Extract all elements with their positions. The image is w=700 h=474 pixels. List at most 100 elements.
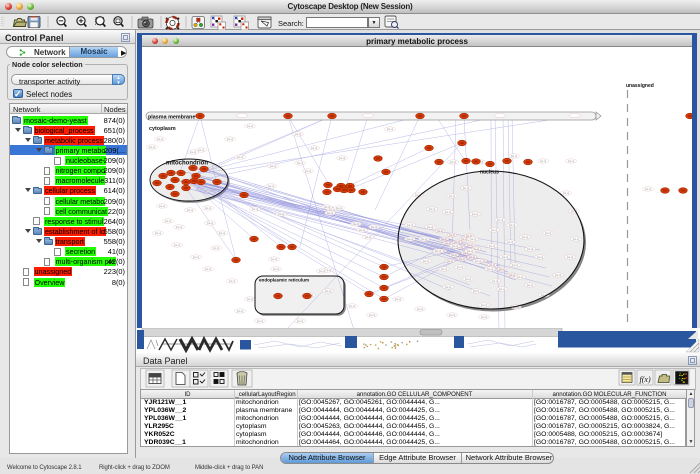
svg-text:[xx-x]: [xx-x]: [452, 244, 458, 248]
svg-text:[xx-x]: [xx-x]: [149, 145, 155, 149]
svg-text:[xx-x]: [xx-x]: [429, 207, 435, 211]
svg-text:cytoplasm: cytoplasm: [149, 126, 176, 132]
svg-text:[xx-x]: [xx-x]: [470, 237, 476, 241]
svg-text:[xx-x]: [xx-x]: [459, 258, 465, 261]
svg-text:[xx-x]: [xx-x]: [407, 223, 413, 227]
svg-text:[xx-x]: [xx-x]: [324, 205, 330, 209]
svg-text:[xx-x]: [xx-x]: [465, 277, 471, 281]
svg-text:[xx-x]: [xx-x]: [297, 161, 303, 165]
svg-text:[xx-x]: [xx-x]: [467, 244, 473, 247]
svg-text:[xx-x]: [xx-x]: [473, 289, 479, 293]
svg-text:[xx-x]: [xx-x]: [573, 237, 579, 241]
svg-text:[xx-x]: [xx-x]: [447, 260, 453, 263]
svg-text:[xx-x]: [xx-x]: [190, 150, 196, 154]
svg-text:[xx-x]: [xx-x]: [273, 267, 279, 271]
svg-text:[xx-x]: [xx-x]: [339, 156, 345, 160]
svg-text:[xx-x]: [xx-x]: [229, 279, 235, 283]
svg-text:f(x): f(x): [640, 375, 651, 384]
svg-text:[xx-x]: [xx-x]: [487, 267, 493, 271]
svg-text:[xx-x]: [xx-x]: [271, 257, 277, 261]
svg-text:[xx-x]: [xx-x]: [349, 304, 355, 308]
svg-text:[xx-x]: [xx-x]: [445, 210, 451, 214]
svg-text:[xx-x]: [xx-x]: [278, 212, 284, 216]
svg-text:[xx-x]: [xx-x]: [449, 234, 455, 237]
svg-text:[xx-x]: [xx-x]: [441, 267, 447, 271]
svg-text:[xx-x]: [xx-x]: [205, 206, 211, 210]
svg-text:[xx-x]: [xx-x]: [461, 238, 467, 241]
svg-text:mitochondrion: mitochondrion: [166, 161, 208, 167]
svg-text:[xx-x]: [xx-x]: [369, 313, 375, 317]
svg-text:[xx-x]: [xx-x]: [511, 154, 517, 158]
svg-text:[xx-x]: [xx-x]: [297, 319, 303, 323]
svg-text:[xx-x]: [xx-x]: [395, 297, 401, 301]
svg-text:[xx-x]: [xx-x]: [527, 247, 533, 251]
svg-text:unassigned: unassigned: [626, 83, 654, 89]
svg-text:[xx-x]: [xx-x]: [469, 256, 475, 259]
svg-text:[xx-x]: [xx-x]: [491, 228, 497, 232]
svg-text:[xx-x]: [xx-x]: [540, 159, 546, 163]
svg-text:[xx-x]: [xx-x]: [449, 194, 455, 198]
svg-text:[xx-x]: [xx-x]: [463, 186, 469, 190]
svg-text:[xx-x]: [xx-x]: [509, 274, 515, 277]
svg-text:nucleus: nucleus: [480, 170, 499, 176]
svg-text:[xx-x]: [xx-x]: [165, 219, 171, 223]
svg-text:[xx-x]: [xx-x]: [268, 184, 274, 188]
svg-text:[xx-x]: [xx-x]: [187, 208, 193, 212]
svg-text:[xx-x]: [xx-x]: [219, 231, 225, 235]
svg-text:[xx-x]: [xx-x]: [517, 275, 523, 279]
svg-text:[xx-x]: [xx-x]: [451, 254, 457, 257]
svg-text:[xx-x]: [xx-x]: [437, 230, 443, 233]
svg-text:[xx-x]: [xx-x]: [198, 148, 204, 152]
svg-text:[xx-x]: [xx-x]: [563, 191, 569, 195]
svg-text:[xx-x]: [xx-x]: [481, 303, 487, 307]
svg-text:[xx-x]: [xx-x]: [247, 124, 253, 128]
svg-text:[xx-x]: [xx-x]: [176, 225, 182, 229]
svg-text:[xx-x]: [xx-x]: [159, 204, 165, 208]
svg-text:[xx-x]: [xx-x]: [359, 228, 365, 232]
svg-text:[xx-x]: [xx-x]: [213, 246, 219, 250]
svg-text:[xx-x]: [xx-x]: [499, 268, 505, 271]
svg-text:[xx-x]: [xx-x]: [492, 279, 498, 283]
svg-text:[xx-x]: [xx-x]: [568, 159, 574, 163]
svg-text:[xx-x]: [xx-x]: [295, 132, 301, 136]
svg-text:[xx-x]: [xx-x]: [193, 255, 199, 259]
svg-text:[xx-x]: [xx-x]: [537, 255, 543, 259]
svg-text:[xx-x]: [xx-x]: [155, 231, 161, 235]
svg-text:[xx-x]: [xx-x]: [507, 240, 513, 244]
svg-text:[xx-x]: [xx-x]: [435, 249, 441, 253]
svg-text:[xx-x]: [xx-x]: [445, 285, 451, 289]
svg-text:[xx-x]: [xx-x]: [449, 313, 455, 317]
svg-text:[xx-x]: [xx-x]: [499, 287, 505, 291]
svg-text:[xx-x]: [xx-x]: [247, 297, 253, 301]
svg-text:[xx-x]: [xx-x]: [157, 137, 163, 141]
svg-text:[xx-x]: [xx-x]: [237, 309, 243, 313]
svg-text:[xx-x]: [xx-x]: [227, 137, 233, 141]
svg-text:[xx-x]: [xx-x]: [645, 187, 651, 191]
svg-text:[xx-x]: [xx-x]: [252, 207, 258, 211]
svg-text:[xx-x]: [xx-x]: [472, 212, 478, 216]
svg-text:[xx-x]: [xx-x]: [457, 265, 463, 269]
svg-text:[xx-x]: [xx-x]: [336, 206, 342, 210]
svg-text:[xx-x]: [xx-x]: [353, 222, 359, 226]
svg-text:[xx-x]: [xx-x]: [567, 255, 573, 259]
svg-text:[xx-x]: [xx-x]: [257, 319, 263, 323]
svg-text:[xx-x]: [xx-x]: [371, 225, 377, 229]
svg-text:[xx-x]: [xx-x]: [417, 307, 423, 311]
svg-text:[xx-x]: [xx-x]: [237, 155, 243, 159]
svg-text:[xx-x]: [xx-x]: [427, 225, 433, 229]
svg-text:[xx-x]: [xx-x]: [174, 243, 180, 247]
svg-text:[xx-x]: [xx-x]: [527, 283, 533, 287]
svg-text:[xx-x]: [xx-x]: [421, 237, 427, 241]
svg-text:[xx-x]: [xx-x]: [481, 315, 487, 319]
svg-text:[xx-x]: [xx-x]: [305, 169, 311, 173]
svg-text:[xx-x]: [xx-x]: [450, 160, 456, 164]
svg-text:[xx-x]: [xx-x]: [489, 264, 495, 267]
svg-text:[xx-x]: [xx-x]: [311, 146, 317, 150]
svg-text:[xx-x]: [xx-x]: [545, 231, 551, 235]
svg-text:[xx-x]: [xx-x]: [467, 249, 473, 253]
svg-text:plasma membrane: plasma membrane: [148, 114, 195, 120]
svg-text:[xx-x]: [xx-x]: [407, 237, 413, 241]
svg-text:[xx-x]: [xx-x]: [555, 273, 561, 277]
svg-text:[xx-x]: [xx-x]: [454, 241, 460, 244]
svg-text:[xx-x]: [xx-x]: [497, 218, 503, 222]
